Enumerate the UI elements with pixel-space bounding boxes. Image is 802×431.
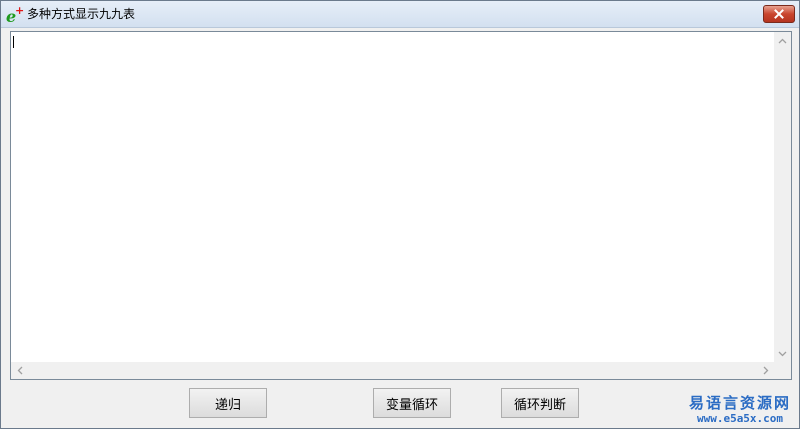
output-text-area[interactable] [10,31,792,380]
recursion-button[interactable]: 递归 [189,388,267,418]
watermark-url: www.e5a5x.com [696,412,784,425]
scroll-up-button[interactable] [774,32,791,49]
title-bar[interactable]: e + 多种方式显示九九表 [1,1,799,28]
output-editor[interactable] [11,32,774,362]
scroll-left-button[interactable] [11,362,28,379]
watermark-logo: 易语言资源网 www.e5a5x.com [684,394,796,426]
watermark-site-name: 易语言资源网 [688,394,791,412]
scroll-right-button[interactable] [757,362,774,379]
app-icon: e + [5,4,25,26]
app-icon-plus: + [15,5,24,17]
close-icon [774,9,784,19]
chevron-up-icon [778,38,787,43]
scrollbar-corner [774,362,791,379]
loop-judge-button[interactable]: 循环判断 [501,388,579,418]
text-caret [13,36,14,48]
main-window: e + 多种方式显示九九表 递归 变量循环 循环判断 易语言资源网 www.e5… [0,0,800,429]
horizontal-scrollbar[interactable] [11,362,774,379]
window-title: 多种方式显示九九表 [27,7,136,21]
chevron-right-icon [763,366,768,375]
vertical-scrollbar[interactable] [774,32,791,362]
scroll-down-button[interactable] [774,345,791,362]
variable-loop-button[interactable]: 变量循环 [373,388,451,418]
close-button[interactable] [763,5,795,23]
chevron-down-icon [778,351,787,356]
chevron-left-icon [17,366,22,375]
